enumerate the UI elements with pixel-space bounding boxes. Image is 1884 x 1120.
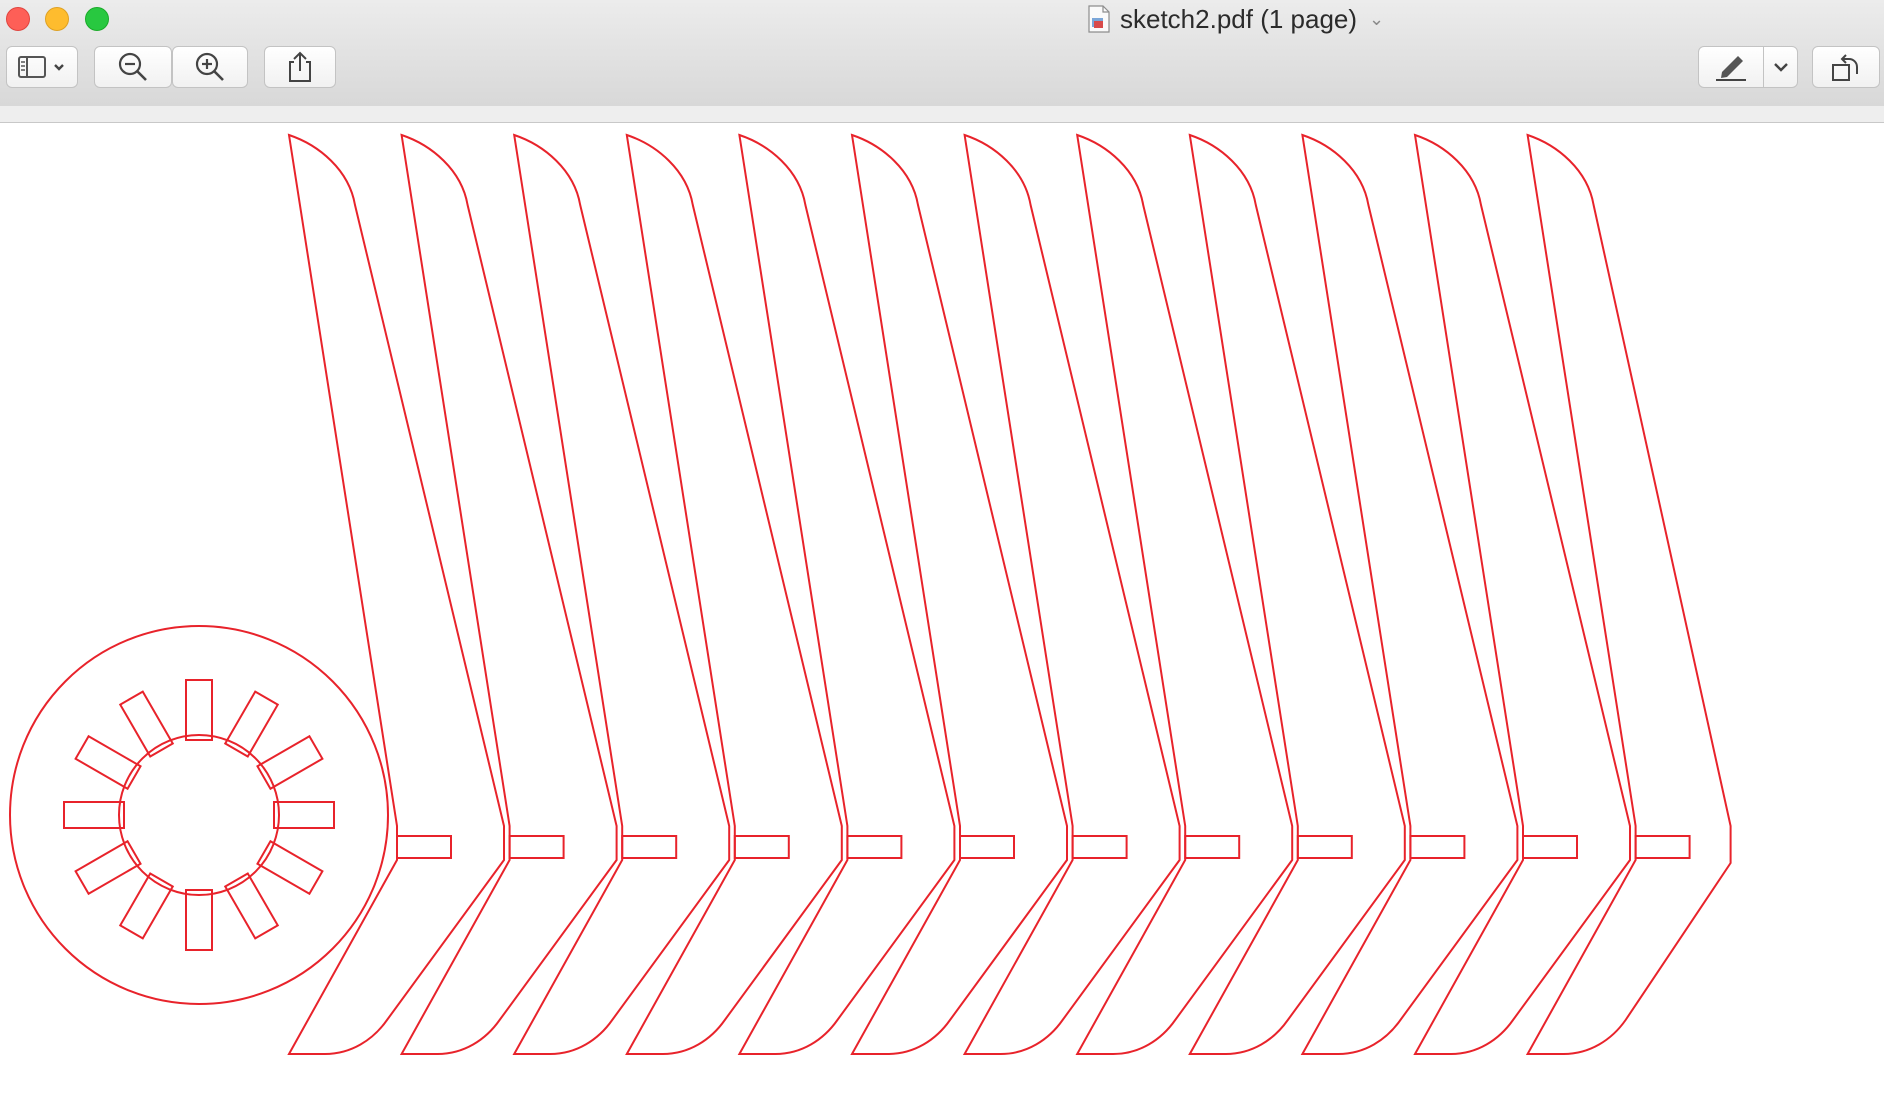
blade-tab bbox=[621, 835, 678, 859]
fan-blade bbox=[399, 133, 618, 1055]
hub-spoke-slot bbox=[74, 839, 142, 896]
pdf-document-icon bbox=[1088, 5, 1110, 33]
hub-slot-rect bbox=[74, 839, 142, 896]
hub-slot-rect bbox=[63, 801, 125, 829]
fan-blade bbox=[512, 133, 731, 1055]
hub-outer-circle bbox=[9, 625, 389, 1005]
minimize-window-button[interactable] bbox=[45, 7, 69, 31]
sidebar-view-button[interactable] bbox=[6, 46, 78, 88]
rotate-icon bbox=[1832, 54, 1858, 81]
toolbar-separator bbox=[0, 106, 1884, 123]
fan-blade bbox=[962, 133, 1181, 1055]
hub-slot-rect bbox=[185, 889, 213, 951]
sketch-drawing bbox=[9, 133, 1732, 1055]
rotate-button[interactable] bbox=[1812, 46, 1880, 88]
share-button[interactable] bbox=[264, 46, 336, 88]
blade-tab bbox=[1409, 835, 1466, 859]
hub-slot-rect bbox=[223, 690, 280, 758]
close-window-button[interactable] bbox=[6, 7, 30, 31]
fan-blade bbox=[1300, 133, 1519, 1055]
zoom-out-button[interactable] bbox=[94, 46, 172, 88]
zoom-in-icon bbox=[195, 52, 224, 81]
blade-tab bbox=[1634, 835, 1691, 859]
window-title[interactable]: sketch2.pdf (1 page) ⌄ bbox=[1088, 2, 1384, 36]
hub-slot-rect bbox=[256, 734, 324, 791]
hub-spoke-slot bbox=[185, 679, 213, 741]
blade-tab bbox=[508, 835, 565, 859]
share-icon bbox=[289, 51, 311, 82]
fan-blade bbox=[625, 133, 843, 1055]
sidebar-icon bbox=[18, 56, 64, 78]
hub-slot-rect bbox=[118, 690, 175, 758]
hub-slot-rect bbox=[118, 872, 175, 940]
hub-spoke-slot bbox=[223, 872, 280, 940]
hub-spoke-slot bbox=[223, 690, 280, 758]
fan-blade bbox=[1075, 133, 1294, 1055]
hub-spoke-slot bbox=[74, 734, 142, 791]
document-title: sketch2.pdf (1 page) bbox=[1120, 3, 1358, 34]
fan-blade bbox=[287, 133, 505, 1055]
pdf-page-canvas[interactable] bbox=[0, 123, 1884, 1120]
hub-slot-rect bbox=[256, 839, 324, 896]
markup-toolbar-button[interactable] bbox=[1698, 46, 1798, 88]
title-toolbar: sketch2.pdf (1 page) ⌄ bbox=[0, 0, 1884, 107]
hub-spoke-slot bbox=[63, 801, 125, 829]
fan-blade bbox=[737, 133, 956, 1055]
blade-tab bbox=[1296, 835, 1353, 859]
hub-spoke-slot bbox=[256, 839, 324, 896]
blade-tab bbox=[1184, 835, 1241, 859]
chevron-down-icon bbox=[1773, 63, 1788, 72]
hub-spoke-slot bbox=[118, 690, 175, 758]
hub-slot-rect bbox=[273, 801, 335, 829]
hub-spoke-slot bbox=[256, 734, 324, 791]
hub-slot-rect bbox=[74, 734, 142, 791]
hub-spoke-slot bbox=[185, 889, 213, 951]
fan-blade bbox=[1188, 133, 1406, 1055]
blade-tab bbox=[396, 835, 452, 859]
markup-menu-chevron[interactable] bbox=[1764, 60, 1797, 74]
title-chevron-down-icon[interactable]: ⌄ bbox=[1369, 9, 1384, 30]
markup-pen-icon bbox=[1716, 56, 1746, 81]
blade-tab bbox=[733, 835, 790, 859]
fan-blade bbox=[1413, 133, 1631, 1055]
hub-slot-rect bbox=[185, 679, 213, 741]
zoom-out-icon bbox=[118, 52, 147, 81]
hub-spoke-slot bbox=[118, 872, 175, 940]
blade-tab bbox=[1071, 835, 1128, 859]
blade-tab bbox=[846, 835, 903, 859]
hub-spoke-slot bbox=[273, 801, 335, 829]
blade-tab bbox=[1522, 835, 1578, 859]
preview-window: sketch2.pdf (1 page) ⌄ bbox=[0, 0, 1884, 1120]
fan-blade bbox=[1525, 133, 1732, 1055]
fullscreen-window-button[interactable] bbox=[85, 7, 109, 31]
hub-slot-rect bbox=[223, 872, 280, 940]
fan-blade bbox=[850, 133, 1068, 1055]
hub-inner-circle bbox=[118, 734, 280, 896]
zoom-in-button[interactable] bbox=[172, 46, 248, 88]
blade-tab bbox=[959, 835, 1015, 859]
